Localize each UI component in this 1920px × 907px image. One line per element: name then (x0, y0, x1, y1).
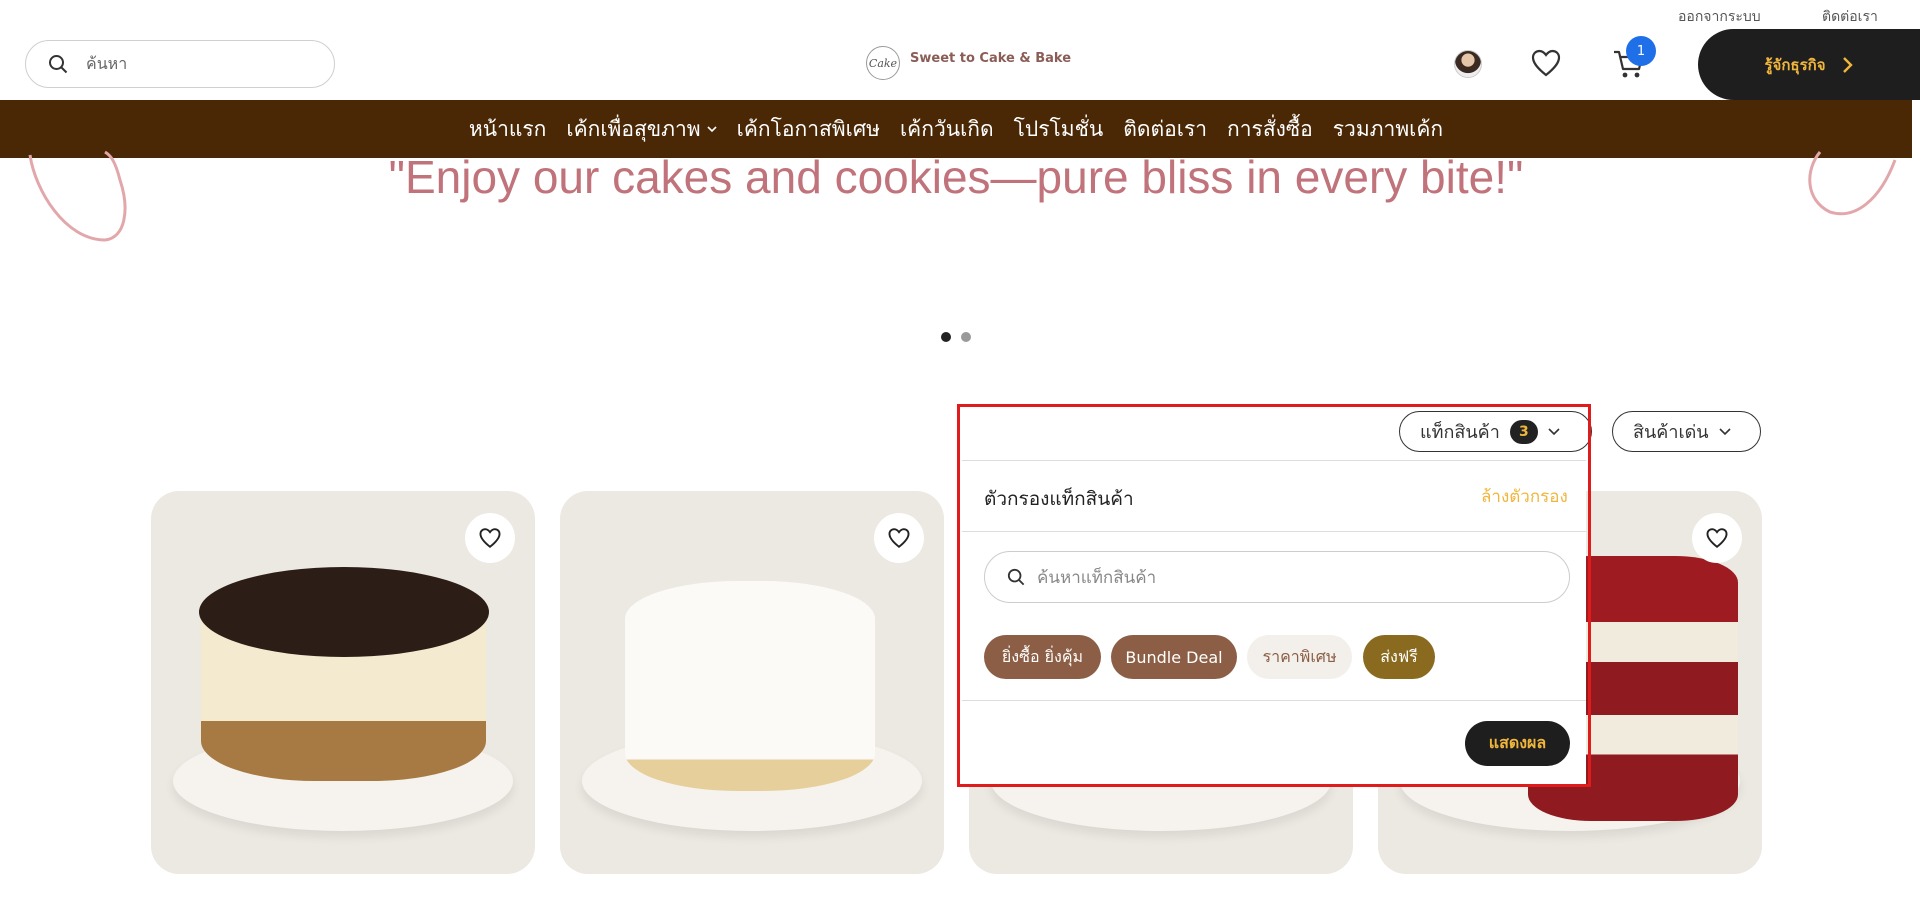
product-card[interactable] (151, 491, 535, 874)
search-placeholder: ค้นหา (86, 53, 128, 73)
coconut-cake-image (625, 581, 875, 791)
sort-dropdown[interactable]: สินค้าเด่น (1612, 411, 1761, 452)
wishlist-icon[interactable] (1530, 48, 1562, 82)
logout-link[interactable]: ออกจากระบบ (1678, 6, 1761, 28)
highlight-outline (957, 404, 1591, 787)
logo-mark: Cake (866, 46, 900, 80)
favorite-button[interactable] (874, 513, 924, 563)
favorite-button[interactable] (465, 513, 515, 563)
nav-item-label: เค้กเพื่อสุขภาพ (566, 116, 701, 141)
carousel-dot-2[interactable] (961, 332, 971, 342)
heart-icon (479, 528, 501, 549)
nav-item-birthday[interactable]: เค้กวันเกิด (900, 113, 994, 146)
hero-quote: "Enjoy our cakes and cookies—pure bliss … (388, 151, 1524, 203)
about-business-button[interactable]: รู้จักธุรกิจ (1698, 29, 1920, 100)
product-card[interactable] (560, 491, 944, 874)
nav-item-contact[interactable]: ติดต่อเรา (1123, 113, 1207, 146)
contact-link-top[interactable]: ติดต่อเรา (1822, 6, 1878, 28)
search-icon (49, 55, 68, 74)
brand-name: Sweet to Cake & Bake (910, 51, 1072, 66)
chevron-down-icon (1719, 427, 1731, 435)
nav-item-home[interactable]: หน้าแรก (469, 113, 547, 146)
chevron-down-icon (707, 125, 717, 132)
chevron-right-icon (1842, 56, 1853, 73)
nav-item-promotion[interactable]: โปรโมชั่น (1014, 113, 1104, 146)
nav-item-gallery[interactable]: รวมภาพเค้ก (1333, 113, 1443, 146)
nav-item-healthy-cakes[interactable]: เค้กเพื่อสุขภาพ (566, 113, 717, 146)
nav-item-special-occasion[interactable]: เค้กโอกาสพิเศษ (737, 113, 880, 146)
avatar[interactable] (1454, 50, 1482, 78)
search-bar[interactable]: ค้นหา (25, 40, 335, 88)
favorite-button[interactable] (1692, 513, 1742, 563)
brand-tagline-line (910, 68, 1071, 75)
nav-item-ordering[interactable]: การสั่งซื้อ (1227, 113, 1313, 146)
cart-count-badge: 1 (1626, 36, 1656, 66)
heart-icon (1706, 528, 1728, 549)
heart-icon (888, 528, 910, 549)
sort-label: สินค้าเด่น (1633, 422, 1709, 443)
about-business-label: รู้จักธุรกิจ (1764, 55, 1826, 74)
blueberry-topping-image (199, 567, 489, 657)
carousel-dot-1[interactable] (941, 332, 951, 342)
brand-logo[interactable]: Cake Sweet to Cake & Bake (866, 46, 1071, 80)
